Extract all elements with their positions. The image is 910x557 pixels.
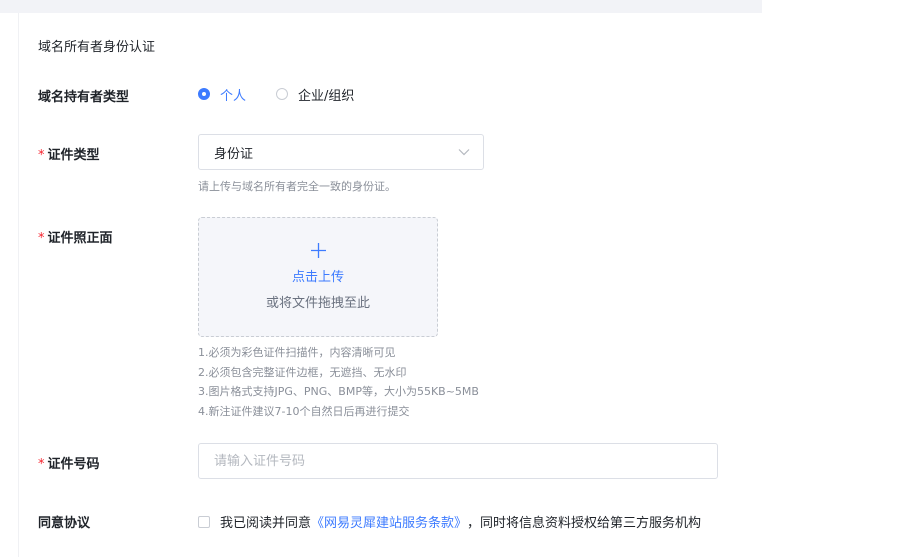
holder-type-label-text: 域名持有者类型 [38, 90, 130, 105]
required-mark: * [38, 148, 45, 163]
chevron-down-icon [458, 149, 470, 156]
radio-individual-label: 个人 [220, 88, 247, 104]
required-mark: * [38, 231, 45, 246]
cert-number-input[interactable] [198, 443, 718, 479]
radio-individual[interactable]: 个人 [198, 85, 246, 104]
terms-link[interactable]: 《网易灵犀建站服务条款》 [311, 512, 467, 531]
holder-type-label: 域名持有者类型 [38, 86, 129, 105]
radio-enterprise-label: 企业/组织 [298, 88, 355, 104]
holder-type-radio-group: 个人 企业/组织 [198, 85, 384, 104]
radio-unchecked-icon [276, 88, 289, 100]
plus-icon [311, 243, 326, 258]
required-mark: * [38, 457, 45, 472]
radio-checked-icon [198, 88, 210, 100]
requirement-item: 1.必须为彩色证件扫描件，内容清晰可见 [198, 346, 396, 359]
top-background-strip [0, 0, 762, 13]
cert-type-label: * 证件类型 [38, 144, 100, 163]
requirement-item: 4.新注证件建议7-10个自然日后再进行提交 [198, 404, 410, 418]
upload-drag-hint: 或将文件拖拽至此 [265, 296, 370, 311]
cert-front-label-text: 证件照正面 [47, 231, 113, 246]
cert-number-label: * 证件号码 [38, 453, 100, 472]
cert-front-label: * 证件照正面 [38, 227, 113, 246]
radio-enterprise[interactable]: 企业/组织 [276, 85, 354, 104]
agreement-label: 同意协议 [38, 512, 90, 531]
cert-front-upload-dropzone[interactable]: 点击上传 或将文件拖拽至此 [198, 217, 438, 337]
upload-click-label: 点击上传 [291, 270, 344, 285]
upload-requirements-list: 1.必须为彩色证件扫描件，内容清晰可见 2.必须包含完整证件边框，无遮挡、无水印… [198, 343, 479, 421]
requirement-item: 2.必须包含完整证件边框，无遮挡、无水印 [198, 365, 407, 379]
cert-type-select[interactable]: 身份证 [198, 134, 484, 170]
agreement-prefix: 我已阅读并同意 [220, 516, 312, 531]
agreement-checkbox[interactable] [198, 515, 210, 528]
cert-type-value: 身份证 [214, 146, 254, 162]
agreement-suffix: ，同时将信息资料授权给第三方服务机构 [467, 516, 702, 531]
cert-type-label-text: 证件类型 [47, 148, 100, 163]
cert-number-label-text: 证件号码 [47, 457, 100, 472]
agreement-row: 我已阅读并同意 《网易灵犀建站服务条款》 ，同时将信息资料授权给第三方服务机构 [198, 512, 701, 531]
section-title: 域名所有者身份认证 [38, 40, 156, 55]
requirement-item: 3.图片格式支持JPG、PNG、BMP等，大小为55KB~5MB [198, 385, 479, 398]
cert-type-hint: 请上传与域名所有者完全一致的身份证。 [198, 180, 396, 193]
agreement-label-text: 同意协议 [38, 516, 91, 531]
